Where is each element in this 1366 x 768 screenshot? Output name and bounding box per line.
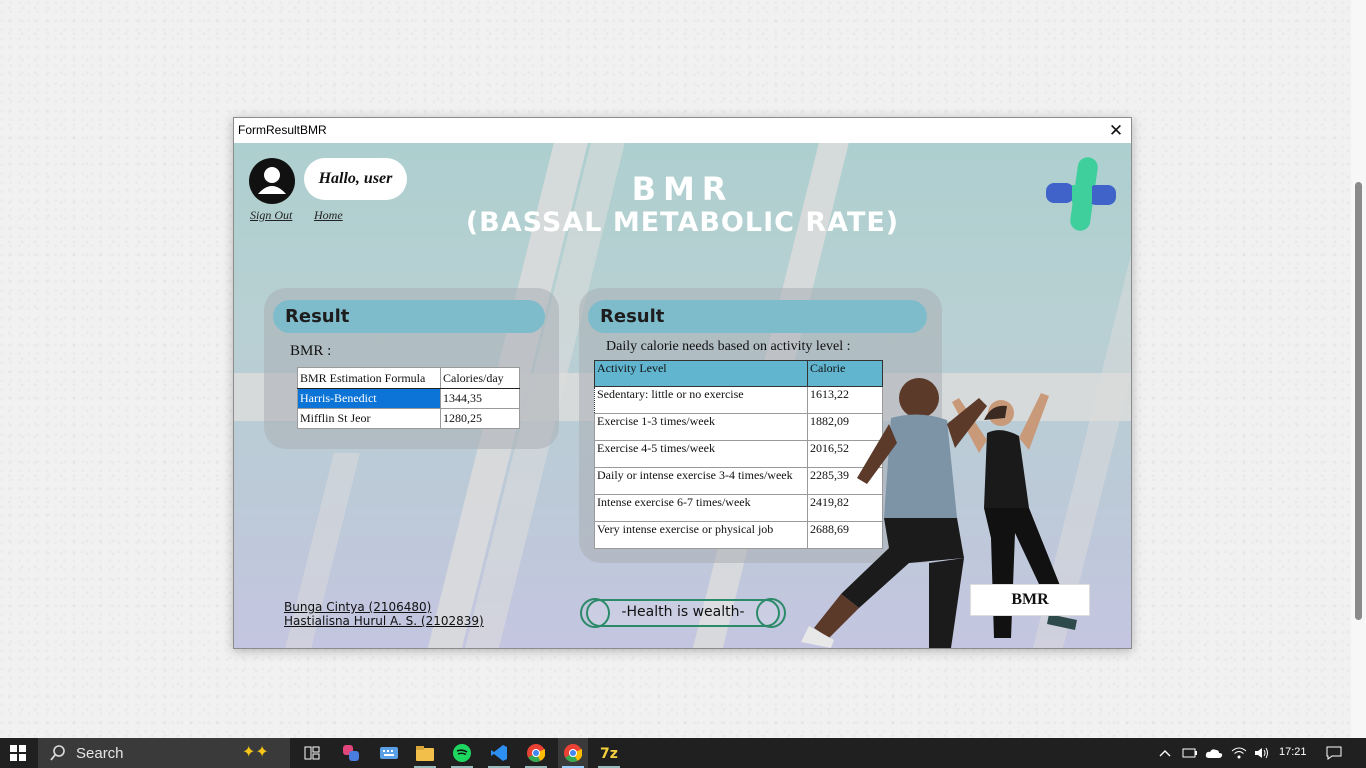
window-title: FormResultBMR	[238, 123, 327, 137]
clock[interactable]: 17:21	[1279, 746, 1307, 758]
close-icon[interactable]: ✕	[1101, 118, 1131, 143]
table-cell[interactable]: 1280,25	[440, 408, 520, 429]
table-header-row: BMR Estimation Formula Calories/day	[297, 367, 520, 389]
cloud-icon[interactable]	[1204, 738, 1224, 768]
bmr-table[interactable]: BMR Estimation Formula Calories/day Harr…	[297, 367, 520, 429]
bmr-button[interactable]: BMR	[970, 584, 1090, 616]
notification-icon[interactable]	[1322, 738, 1346, 768]
search-label: Search	[76, 745, 124, 762]
file-explorer-icon[interactable]	[412, 738, 438, 768]
author-1: Bunga Cintya (2106480)	[284, 600, 432, 614]
page-title: BMR	[631, 170, 734, 208]
slogan-badge: -Health is wealth-	[580, 598, 786, 628]
authors: Bunga Cintya (2106480) Hastialisna Hurul…	[284, 600, 484, 628]
search-icon	[50, 745, 65, 761]
scrollbar-thumb[interactable]	[1355, 182, 1362, 620]
form-result-bmr-window: FormResultBMR ✕ Hallo, user Sign Out Hom…	[233, 117, 1132, 649]
taskbar-search-box[interactable]: Search ✦✦	[38, 738, 290, 768]
7zip-icon[interactable]: 7z	[596, 738, 622, 768]
column-header[interactable]: BMR Estimation Formula	[297, 367, 441, 389]
keyboard-icon[interactable]	[376, 738, 402, 768]
table-cell[interactable]: Very intense exercise or physical job	[594, 521, 808, 549]
volume-icon[interactable]	[1252, 738, 1272, 768]
activity-result-heading: Result	[588, 300, 927, 333]
slogan-text: -Health is wealth-	[621, 604, 745, 620]
table-row[interactable]: Mifflin St Jeor 1280,25	[297, 408, 520, 429]
battery-icon[interactable]	[1180, 738, 1200, 768]
taskbar: Search ✦✦ 7z 17:21	[0, 738, 1366, 768]
chrome-icon[interactable]	[523, 738, 549, 768]
table-cell[interactable]: Mifflin St Jeor	[297, 408, 441, 429]
chevron-up-icon[interactable]	[1156, 738, 1174, 768]
copilot-icon[interactable]	[338, 738, 364, 768]
table-cell[interactable]: Harris-Benedict	[297, 388, 441, 409]
activity-label: Daily calorie needs based on activity le…	[606, 339, 851, 354]
start-icon[interactable]	[0, 738, 36, 768]
author-2: Hastialisna Hurul A. S. (2102839)	[284, 614, 484, 628]
table-cell[interactable]: Exercise 4-5 times/week	[594, 440, 808, 468]
sparkle-icon: ✦✦	[242, 744, 269, 761]
wifi-icon[interactable]	[1229, 738, 1249, 768]
bmr-label: BMR :	[290, 343, 332, 359]
health-cross-logo-icon	[1046, 157, 1116, 231]
chrome-icon[interactable]	[558, 738, 588, 768]
table-cell[interactable]: Exercise 1-3 times/week	[594, 413, 808, 441]
svg-text:7z: 7z	[600, 746, 618, 762]
table-cell[interactable]: Sedentary: little or no exercise	[594, 386, 808, 414]
table-row[interactable]: Harris-Benedict 1344,35	[297, 388, 520, 409]
spotify-icon[interactable]	[449, 738, 475, 768]
column-header[interactable]: Activity Level	[594, 360, 808, 387]
vscode-icon[interactable]	[486, 738, 512, 768]
table-cell[interactable]: Intense exercise 6-7 times/week	[594, 494, 808, 522]
page-scrollbar[interactable]	[1351, 0, 1366, 738]
task-view-icon[interactable]	[300, 738, 324, 768]
bmr-result-heading: Result	[273, 300, 545, 333]
title-bar[interactable]: FormResultBMR ✕	[234, 118, 1131, 143]
page-subtitle: (BASSAL METABOLIC RATE)	[465, 207, 900, 238]
table-cell[interactable]: 1344,35	[440, 388, 520, 409]
table-cell[interactable]: Daily or intense exercise 3-4 times/week	[594, 467, 808, 495]
form-client-area: Hallo, user Sign Out Home BMR (BASSAL ME…	[234, 143, 1131, 648]
column-header[interactable]: Calories/day	[440, 367, 520, 389]
